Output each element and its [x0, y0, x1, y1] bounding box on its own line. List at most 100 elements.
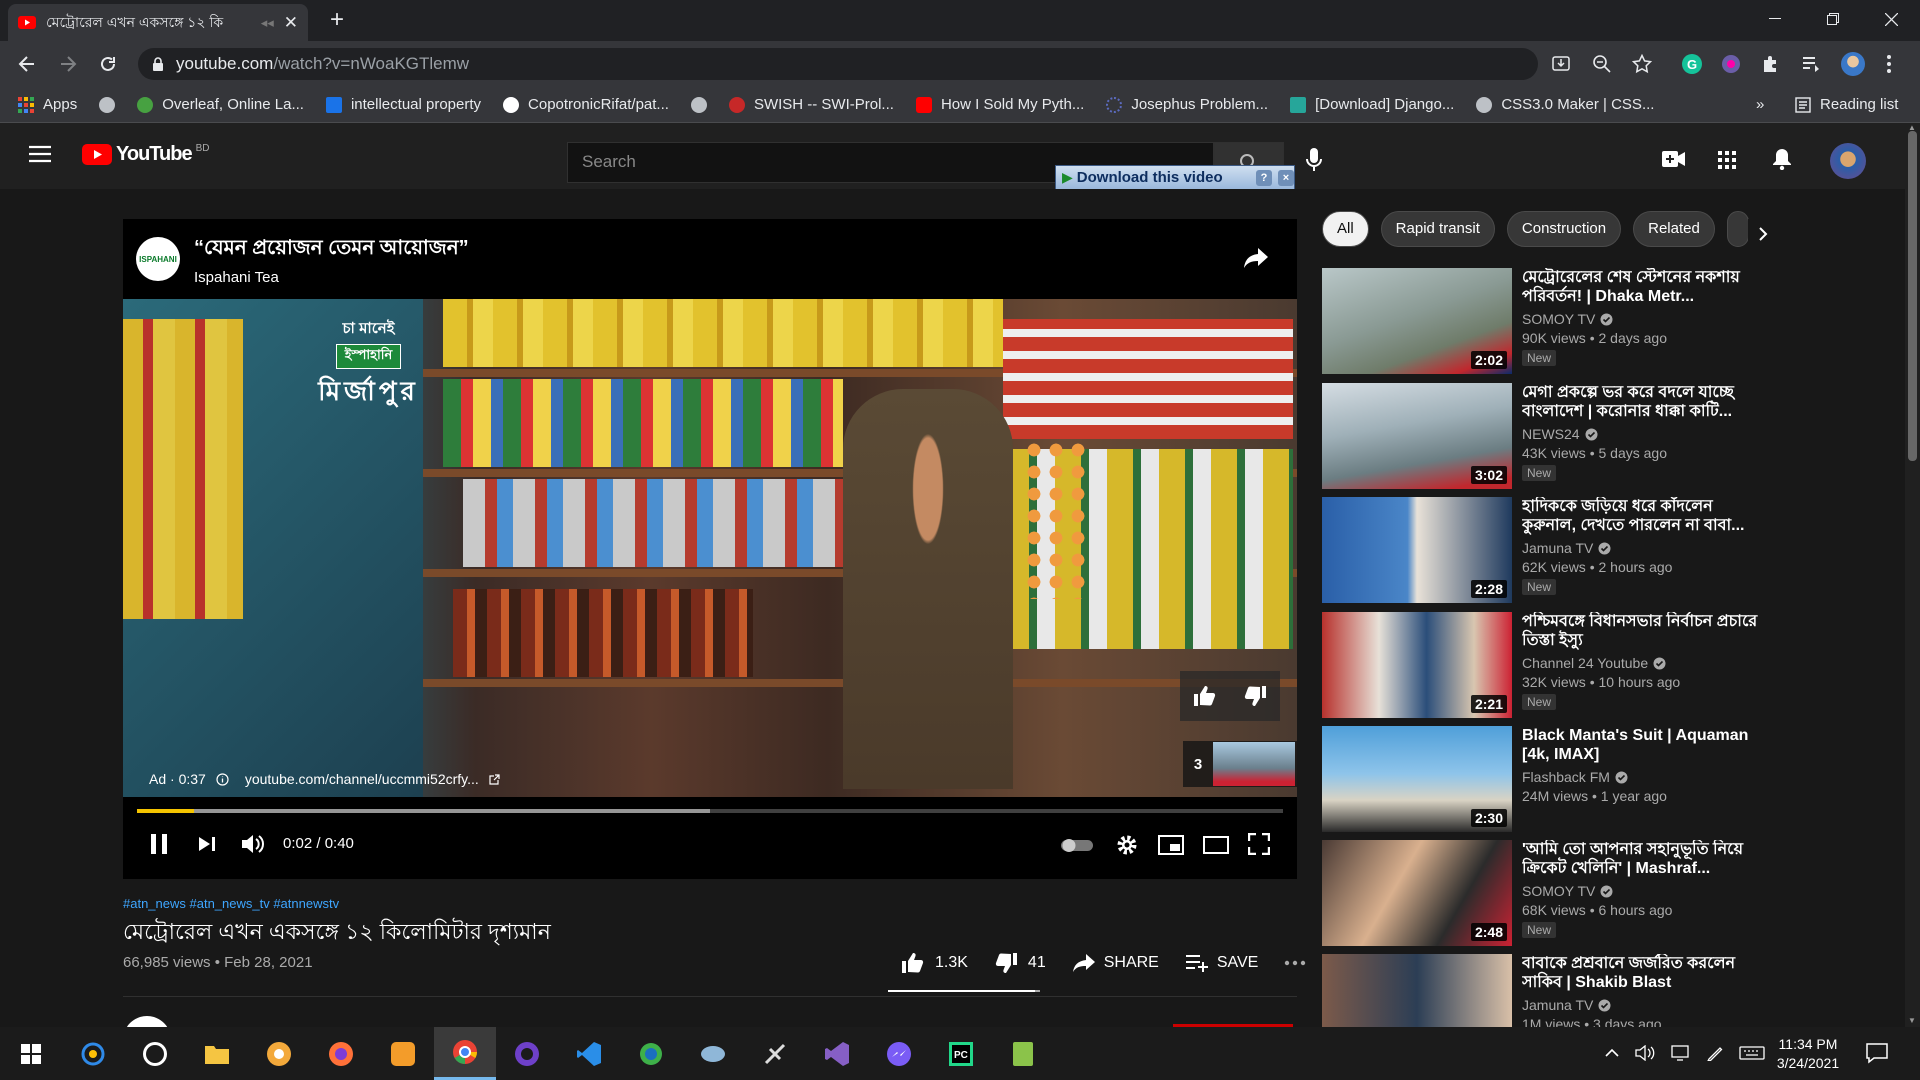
channel-name[interactable]: Flashback FM	[1522, 769, 1762, 785]
autoplay-toggle[interactable]	[1060, 837, 1094, 853]
messenger-icon[interactable]	[868, 1027, 930, 1080]
video-thumbnail[interactable]: 2:21	[1322, 612, 1512, 718]
tab-close-icon[interactable]: ✕	[284, 13, 298, 33]
extension-icon[interactable]	[1721, 54, 1741, 74]
satellite-app-icon[interactable]	[744, 1027, 806, 1080]
thumbs-up-icon[interactable]	[1193, 685, 1217, 707]
bookmark-intellectual-property[interactable]: intellectual property	[325, 96, 481, 113]
download-close-button[interactable]: ×	[1278, 169, 1294, 186]
network-tray-icon[interactable]	[1671, 1045, 1691, 1061]
bookmark-css3[interactable]: CSS3.0 Maker | CSS...	[1476, 96, 1654, 113]
chip-rapid-transit[interactable]: Rapid transit	[1380, 211, 1495, 247]
fullscreen-icon[interactable]	[1248, 833, 1270, 855]
video-title[interactable]: মেট্রোরেলের শেষ স্টেশনের নকশায় পরিবর্তন…	[1522, 268, 1762, 306]
tab-mute-icon[interactable]: ◂◂	[261, 15, 274, 31]
save-button[interactable]: SAVE	[1177, 948, 1267, 978]
create-video-icon[interactable]	[1662, 151, 1686, 167]
hashtags[interactable]: #atn_news #atn_news_tv #atnnewstv	[123, 896, 1297, 911]
pause-icon[interactable]	[149, 833, 169, 855]
chip-all[interactable]: All	[1322, 211, 1369, 247]
ad-url-link[interactable]: youtube.com/channel/uccmmi52crfy...	[245, 771, 479, 787]
bookmark-swish[interactable]: SWISH -- SWI-Prol...	[728, 96, 894, 113]
advertiser-logo[interactable]: ISPAHANI	[136, 237, 180, 281]
youtube-logo[interactable]: YouTube BD	[82, 143, 209, 166]
video-thumbnail[interactable]: 3:02	[1322, 383, 1512, 489]
recommendation-item[interactable]: 2:21 পশ্চিমবঙ্গে বিধানসভার নির্বাচন প্রচা…	[1322, 612, 1762, 718]
visual-studio-icon[interactable]	[806, 1027, 868, 1080]
video-title[interactable]: Black Manta's Suit | Aquaman [4k, IMAX]	[1522, 726, 1762, 764]
channel-name[interactable]: Channel 24 Youtube	[1522, 655, 1762, 671]
share-button[interactable]: SHARE	[1064, 947, 1167, 979]
thumbs-down-icon[interactable]	[1243, 685, 1267, 707]
bookmark-apps[interactable]: Apps	[18, 96, 77, 113]
recommendation-item[interactable]: 2:30 Black Manta's Suit | Aquaman [4k, IM…	[1322, 726, 1762, 832]
channel-name[interactable]: Jamuna TV	[1522, 540, 1762, 556]
more-actions-button[interactable]	[1276, 954, 1314, 972]
theater-mode-icon[interactable]	[1203, 836, 1229, 854]
reading-list-button[interactable]: Reading list	[1795, 96, 1898, 113]
chip-scroll-right-icon[interactable]	[1748, 219, 1778, 249]
like-button[interactable]: 1.3K	[893, 946, 976, 980]
hamburger-menu-icon[interactable]	[29, 145, 51, 163]
account-avatar[interactable]	[1830, 143, 1866, 179]
blender-like-app-icon[interactable]	[372, 1027, 434, 1080]
next-icon[interactable]	[198, 836, 216, 852]
recommendation-item[interactable]: 2:02 মেট্রোরেলের শেষ স্টেশনের নকশায় পরিব…	[1322, 268, 1762, 374]
tray-chevron-up-icon[interactable]	[1605, 1048, 1619, 1058]
bookmark-youtube[interactable]: How I Sold My Pyth...	[915, 96, 1084, 113]
bookmark-globe-2[interactable]	[690, 96, 707, 113]
share-arrow-icon[interactable]	[1243, 247, 1269, 269]
bookmark-josephus[interactable]: Josephus Problem...	[1106, 96, 1268, 113]
video-title[interactable]: 'আমি তো আপনার সহানুভূতি নিয়ে ক্রিকেট খে…	[1522, 840, 1762, 878]
search-app-icon[interactable]	[62, 1027, 124, 1080]
new-tab-button[interactable]: +	[323, 8, 351, 33]
bookmark-globe-1[interactable]	[99, 96, 116, 113]
video-thumbnail[interactable]: 2:28	[1322, 497, 1512, 603]
firefox-icon[interactable]	[310, 1027, 372, 1080]
browser-tab[interactable]: মেট্রোরেল এখন একসঙ্গে ১২ কি ◂◂ ✕	[8, 4, 308, 41]
video-thumbnail[interactable]: 2:48	[1322, 840, 1512, 946]
profile-avatar[interactable]	[1841, 52, 1865, 76]
up-next-queue[interactable]: 3	[1183, 741, 1297, 787]
notification-center-icon[interactable]	[1866, 1042, 1888, 1064]
volume-tray-icon[interactable]	[1635, 1045, 1655, 1061]
brave-browser-icon[interactable]	[248, 1027, 310, 1080]
back-icon[interactable]	[17, 54, 37, 74]
bookmark-overleaf[interactable]: Overleaf, Online La...	[137, 96, 304, 113]
chrome-icon[interactable]	[434, 1027, 496, 1080]
vscode-icon[interactable]	[558, 1027, 620, 1080]
menu-dots-icon[interactable]	[1886, 54, 1906, 74]
forward-icon[interactable]	[58, 54, 78, 74]
minimize-icon[interactable]	[1746, 0, 1804, 38]
chip-construction[interactable]: Construction	[1506, 211, 1622, 247]
channel-name[interactable]: SOMOY TV	[1522, 883, 1762, 899]
channel-name[interactable]: NEWS24	[1522, 426, 1762, 442]
recommendation-item[interactable]: 2:48 'আমি তো আপনার সহানুভূতি নিয়ে ক্রিকে…	[1322, 840, 1762, 946]
settings-gear-icon[interactable]	[1116, 834, 1138, 856]
dislike-button[interactable]: 41	[986, 946, 1054, 980]
anaconda-icon[interactable]	[620, 1027, 682, 1080]
app-icon[interactable]	[682, 1027, 744, 1080]
install-app-icon[interactable]	[1551, 54, 1571, 74]
bookmark-github[interactable]: CopotronicRifat/pat...	[503, 96, 669, 113]
microphone-icon[interactable]	[1306, 148, 1322, 172]
download-help-button[interactable]: ?	[1256, 169, 1272, 186]
github-desktop-icon[interactable]	[496, 1027, 558, 1080]
video-title[interactable]: বাবাকে প্রশ্রবানে জর্জরিত করলেন সাকিব | …	[1522, 954, 1762, 992]
notifications-bell-icon[interactable]	[1772, 148, 1792, 170]
bookmark-django[interactable]: [Download] Django...	[1290, 96, 1454, 113]
restore-icon[interactable]	[1804, 0, 1862, 38]
chip-partial[interactable]	[1726, 211, 1749, 247]
extensions-puzzle-icon[interactable]	[1761, 54, 1781, 74]
reload-icon[interactable]	[98, 54, 118, 74]
grammarly-icon[interactable]: G	[1682, 54, 1702, 74]
video-title[interactable]: মেগা প্রকল্পে ভর করে বদলে যাচ্ছে বাংলাদে…	[1522, 383, 1762, 421]
recommendation-item[interactable]: 2:28 হাদিককে জড়িয়ে ধরে কাঁদলেন কুরুনাল,…	[1322, 497, 1762, 603]
info-icon[interactable]	[216, 772, 229, 786]
address-bar[interactable]: youtube.com/watch?v=nWoaKGTlemw	[138, 48, 1538, 80]
video-thumbnail[interactable]: 2:30	[1322, 726, 1512, 832]
apps-icon[interactable]	[1718, 151, 1736, 169]
scrollbar-thumb[interactable]	[1908, 131, 1917, 461]
taskbar-clock[interactable]: 11:34 PM 3/24/2021	[1758, 1035, 1858, 1073]
video-frame[interactable]: চা মানেই ইস্পাহানি মির্জাপুর 3 Ad · 0:37…	[123, 299, 1297, 797]
